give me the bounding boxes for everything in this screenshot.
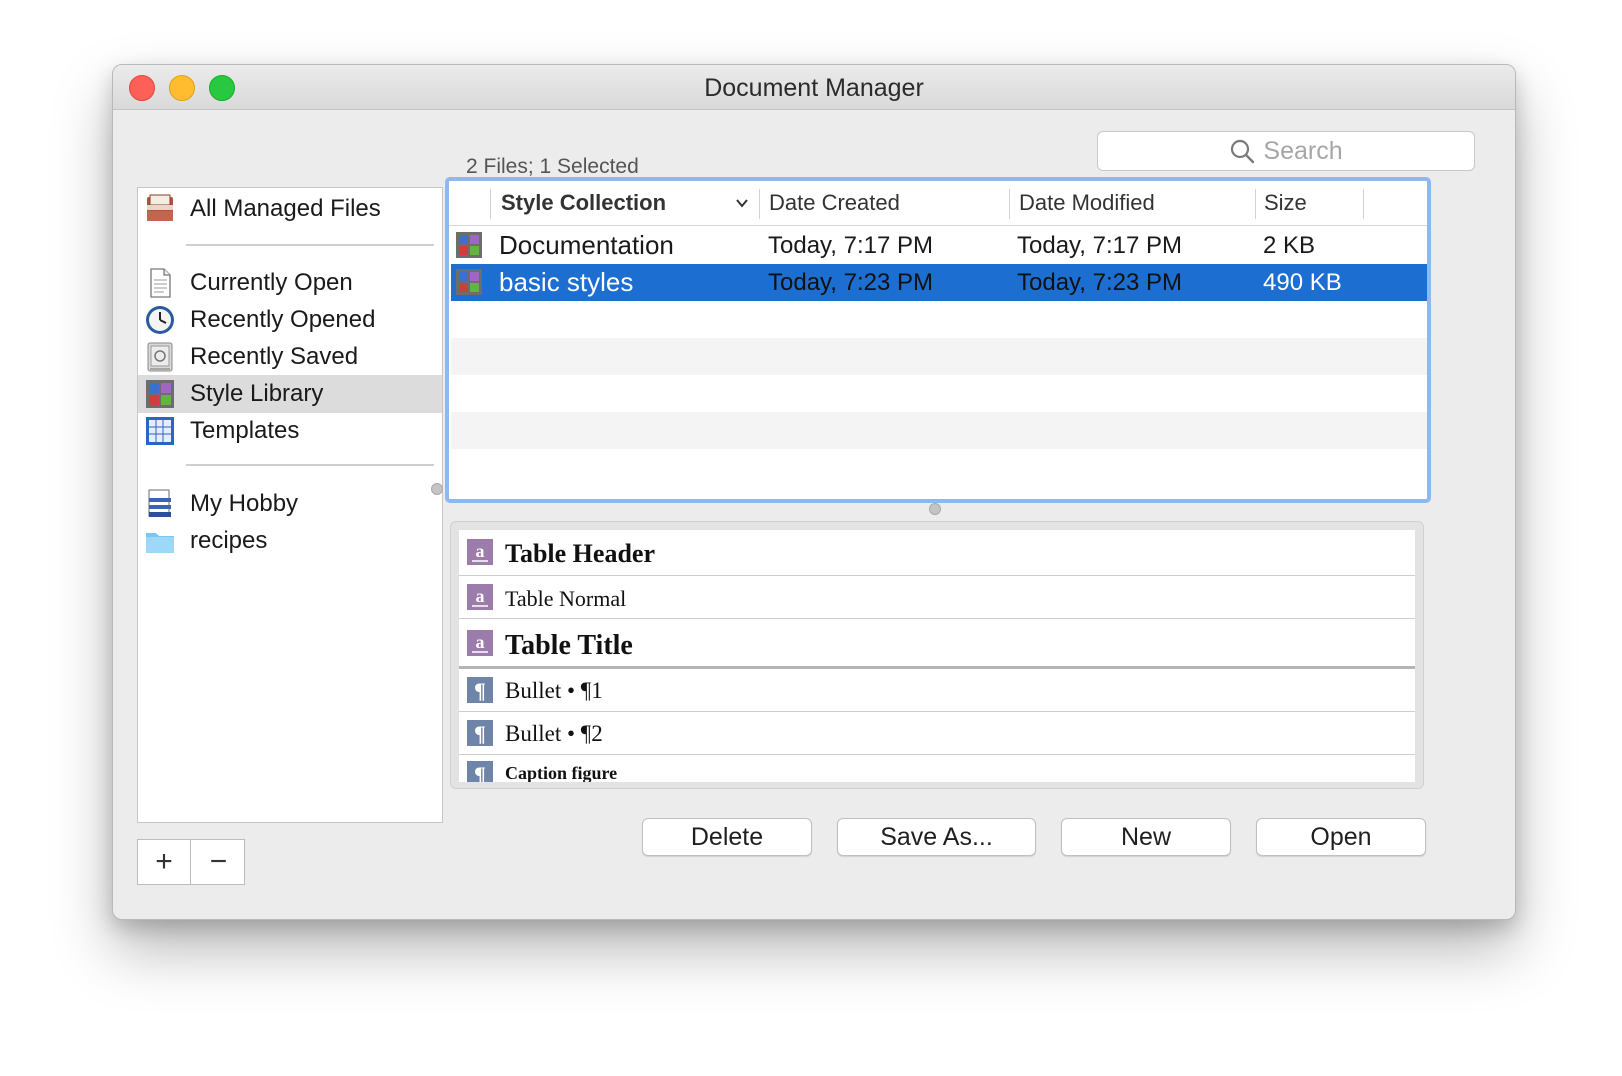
table-row[interactable]: Documentation Today, 7:17 PM Today, 7:17… <box>451 227 1427 264</box>
safe-icon <box>147 342 173 372</box>
style-label: Table Title <box>505 630 633 661</box>
cell-size: 490 KB <box>1263 269 1342 296</box>
file-count-label: 2 Files; 1 Selected <box>466 155 639 178</box>
cell-date-created: Today, 7:17 PM <box>768 232 933 259</box>
character-style-icon: a <box>467 630 493 656</box>
sidebar-item-label: My Hobby <box>190 490 299 517</box>
empty-row <box>451 449 1427 486</box>
svg-text:a: a <box>476 586 485 606</box>
paragraph-style-icon: ¶ <box>467 677 493 703</box>
cell-date-modified: Today, 7:17 PM <box>1017 232 1182 259</box>
style-collection-icon <box>146 380 174 408</box>
new-button[interactable]: New <box>1061 818 1231 856</box>
column-divider <box>759 189 760 219</box>
sidebar-separator <box>186 244 434 246</box>
svg-text:a: a <box>476 632 485 652</box>
sidebar-item-recently-saved[interactable]: Recently Saved <box>138 338 442 376</box>
list-item[interactable]: ¶ Bullet • ¶1 <box>459 669 1415 712</box>
cell-name: Documentation <box>499 230 674 260</box>
table-row-selected[interactable]: basic styles Today, 7:23 PM Today, 7:23 … <box>451 264 1427 301</box>
stacked-documents-icon <box>147 194 173 221</box>
column-divider <box>1009 189 1010 219</box>
sidebar-item-currently-open[interactable]: Currently Open <box>138 264 442 302</box>
title-bar: Document Manager <box>113 65 1515 110</box>
style-label: Bullet • ¶2 <box>505 721 603 746</box>
empty-row <box>451 375 1427 412</box>
cell-size: 2 KB <box>1263 232 1316 259</box>
table-header: Style Collection Date Created Date Modif… <box>449 181 1427 226</box>
sidebar-item-my-hobby[interactable]: My Hobby <box>138 485 442 523</box>
delete-button[interactable]: Delete <box>642 818 812 856</box>
column-header-date-created[interactable]: Date Created <box>769 181 900 225</box>
window-title: Document Manager <box>704 74 924 102</box>
empty-row <box>451 338 1427 375</box>
search-field[interactable]: Search <box>1097 131 1475 171</box>
cell-date-modified: Today, 7:23 PM <box>1017 269 1182 296</box>
empty-row <box>451 412 1427 449</box>
chevron-down-icon[interactable] <box>735 197 749 209</box>
search-placeholder: Search <box>1263 136 1343 165</box>
open-button[interactable]: Open <box>1256 818 1426 856</box>
sidebar-item-label: recipes <box>190 527 268 554</box>
sidebar-item-recently-opened[interactable]: Recently Opened <box>138 301 442 339</box>
column-divider <box>1255 189 1256 219</box>
list-item[interactable]: ¶ Caption figure <box>459 755 1415 782</box>
character-style-icon: a <box>467 539 493 565</box>
cell-name: basic styles <box>499 267 634 297</box>
style-label: Caption figure <box>505 763 618 782</box>
styles-list[interactable]: a Table Header a Table Normal a Table Ti… <box>459 530 1415 782</box>
sidebar-item-all-managed-files[interactable]: All Managed Files <box>138 190 442 228</box>
list-item[interactable]: a Table Normal <box>459 576 1415 619</box>
column-header-style-collection[interactable]: Style Collection <box>501 181 666 225</box>
list-item[interactable]: ¶ Bullet • ¶2 <box>459 712 1415 755</box>
clock-icon <box>146 306 174 334</box>
document-manager-window: Document Manager Search 2 Files; 1 Selec… <box>112 64 1516 920</box>
style-label: Table Normal <box>505 586 627 611</box>
style-label: Table Header <box>505 539 655 568</box>
column-header-date-modified[interactable]: Date Modified <box>1019 181 1155 225</box>
sidebar-item-label: All Managed Files <box>190 195 381 222</box>
document-icon <box>150 268 171 298</box>
svg-text:¶: ¶ <box>474 678 486 703</box>
column-divider <box>1363 189 1364 219</box>
sidebar-item-label: Style Library <box>190 380 324 407</box>
sidebar-item-label: Recently Saved <box>190 343 359 370</box>
save-as-button[interactable]: Save As... <box>837 818 1036 856</box>
column-header-size[interactable]: Size <box>1264 181 1307 225</box>
sidebar-item-label: Recently Opened <box>190 306 376 333</box>
svg-text:a: a <box>476 541 485 561</box>
svg-text:¶: ¶ <box>474 762 486 782</box>
styles-preview-panel: a Table Header a Table Normal a Table Ti… <box>450 521 1424 789</box>
remove-button[interactable]: − <box>192 840 245 884</box>
folder-icon <box>146 533 174 553</box>
add-button[interactable]: + <box>138 840 191 884</box>
character-style-icon: a <box>467 584 493 610</box>
sidebar-item-templates[interactable]: Templates <box>138 412 442 450</box>
paragraph-style-icon: ¶ <box>467 720 493 746</box>
svg-text:¶: ¶ <box>474 721 486 746</box>
paragraph-style-icon: ¶ <box>467 761 493 782</box>
sidebar-separator <box>186 464 434 466</box>
cell-date-created: Today, 7:23 PM <box>768 269 933 296</box>
empty-row <box>451 301 1427 338</box>
add-remove-control: + − <box>137 839 245 885</box>
sidebar-item-recipes[interactable]: recipes <box>138 522 442 560</box>
search-icon <box>1231 139 1255 164</box>
list-item[interactable]: a Table Title <box>459 619 1415 669</box>
panel-split-handle[interactable] <box>929 503 941 515</box>
template-grid-icon <box>146 417 174 445</box>
sidebar-split-handle[interactable] <box>431 483 443 495</box>
sidebar: All Managed Files Currently Open Recentl… <box>137 187 443 823</box>
style-collection-icon <box>456 232 482 258</box>
sidebar-item-label: Templates <box>190 417 300 444</box>
style-label: Bullet • ¶1 <box>505 678 603 703</box>
column-divider <box>490 189 491 219</box>
sidebar-item-style-library[interactable]: Style Library <box>138 375 442 413</box>
file-table[interactable]: Style Collection Date Created Date Modif… <box>445 177 1431 503</box>
list-item[interactable]: a Table Header <box>459 530 1415 576</box>
sidebar-item-label: Currently Open <box>190 269 353 296</box>
style-collection-icon <box>456 269 482 295</box>
document-stack-icon <box>148 489 171 517</box>
